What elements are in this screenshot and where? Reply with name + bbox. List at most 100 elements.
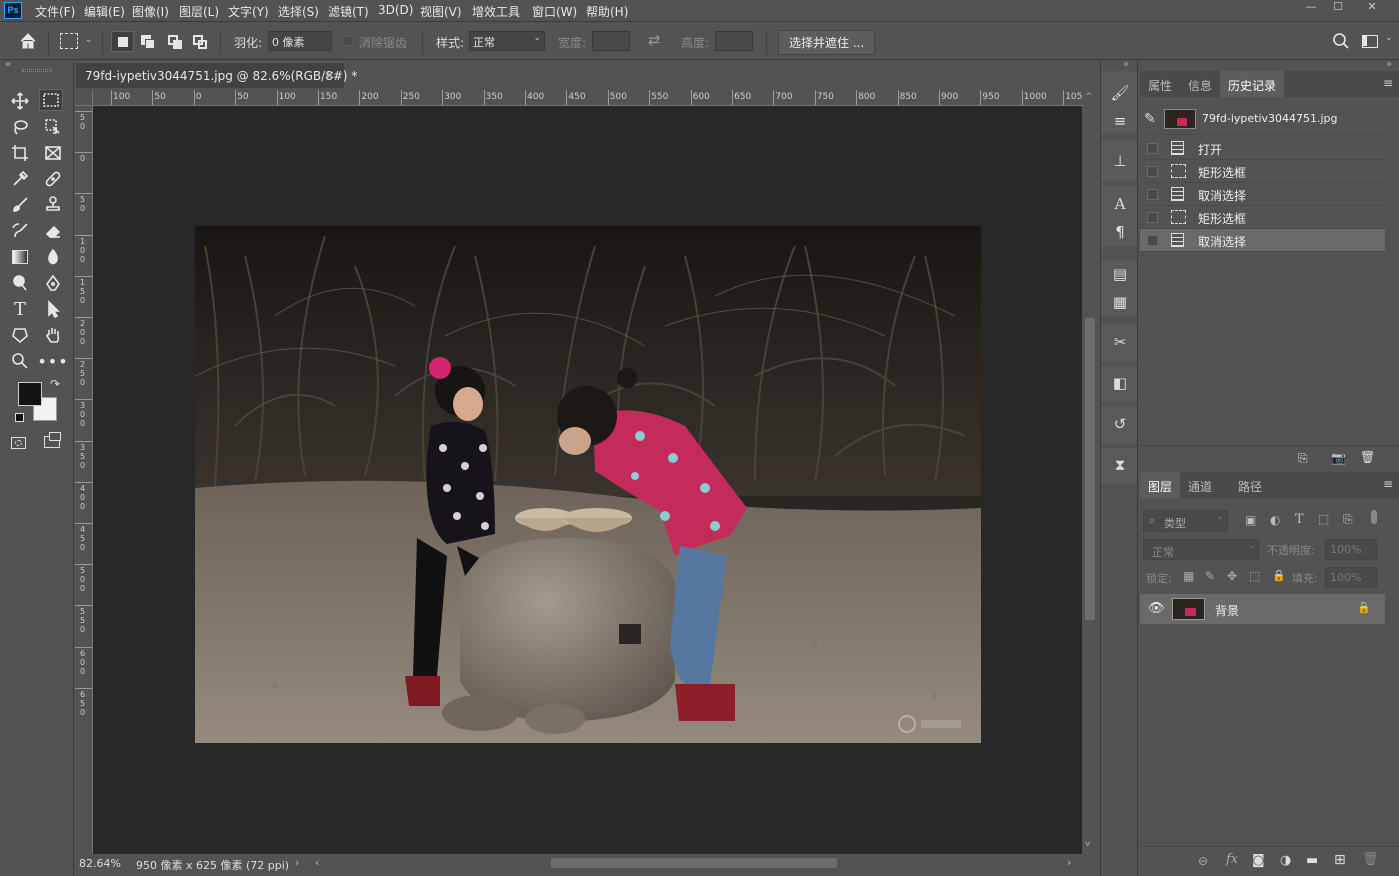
- rectangular-marquee-tool-icon[interactable]: [39, 89, 63, 111]
- swap-icon[interactable]: ⇄: [648, 31, 661, 49]
- ruler-origin[interactable]: [75, 90, 93, 106]
- home-icon[interactable]: [18, 32, 38, 50]
- menu-select[interactable]: 选择(S): [278, 3, 319, 20]
- zoom-level[interactable]: 82.64%: [79, 857, 121, 870]
- lock-transparent-icon[interactable]: ▦: [1183, 569, 1194, 583]
- history-brush-tool-icon[interactable]: [8, 220, 32, 242]
- blend-mode-select[interactable]: 正常 ⌄: [1143, 539, 1259, 560]
- horizontal-scroll-thumb[interactable]: [551, 858, 837, 868]
- layer-row-background[interactable]: 👁 背景 🔒: [1140, 594, 1385, 624]
- menu-image[interactable]: 图像(I): [132, 3, 169, 20]
- subtract-selection-icon[interactable]: [168, 35, 182, 49]
- filter-smart-object-icon[interactable]: ⎘: [1343, 512, 1353, 527]
- shape-tool-icon[interactable]: [8, 324, 32, 346]
- add-selection-icon[interactable]: [141, 35, 155, 49]
- eraser-tool-icon[interactable]: [41, 220, 65, 242]
- collapse-strip-icon[interactable]: «: [1123, 59, 1129, 70]
- foreground-color-swatch[interactable]: [18, 382, 42, 406]
- history-source-checkbox[interactable]: [1147, 166, 1158, 177]
- brush-settings-icon[interactable]: 🖌: [1110, 83, 1130, 103]
- new-group-icon[interactable]: ▬: [1306, 853, 1318, 868]
- history-source-checkbox[interactable]: [1147, 235, 1158, 246]
- menu-plugins[interactable]: 增效工具: [472, 3, 520, 20]
- plugins-icon[interactable]: ⧗: [1110, 455, 1130, 475]
- tab-paths[interactable]: 路径: [1230, 472, 1270, 498]
- filter-type-icon[interactable]: T: [1295, 512, 1304, 527]
- paragraph-icon[interactable]: ¶: [1110, 222, 1130, 242]
- chevron-down-icon[interactable]: ⌄: [1385, 33, 1393, 43]
- new-document-from-state-icon[interactable]: ⎘: [1298, 451, 1308, 466]
- filter-toggle[interactable]: [1371, 510, 1377, 524]
- trash-icon[interactable]: 🗑: [1360, 450, 1375, 464]
- type-tool-icon[interactable]: T: [8, 298, 32, 320]
- fill-input[interactable]: 100%: [1325, 567, 1377, 588]
- swap-colors-icon[interactable]: ↷: [50, 377, 60, 391]
- history-source-checkbox[interactable]: [1147, 143, 1158, 154]
- character-icon[interactable]: A: [1110, 194, 1130, 214]
- history-item[interactable]: 取消选择: [1140, 183, 1385, 206]
- adjustment-layer-icon[interactable]: ◑: [1280, 853, 1291, 868]
- path-selection-tool-icon[interactable]: [41, 298, 65, 320]
- panel-menu-icon[interactable]: ≡: [1383, 76, 1393, 90]
- menu-filter[interactable]: 滤镜(T): [328, 3, 369, 20]
- tab-history[interactable]: 历史记录: [1220, 71, 1285, 97]
- dodge-tool-icon[interactable]: [8, 272, 32, 294]
- collapse-right-icon[interactable]: »: [1386, 59, 1392, 70]
- style-select[interactable]: 正常 ⌄: [469, 31, 545, 51]
- filter-pixel-icon[interactable]: ▣: [1245, 513, 1256, 527]
- frame-tool-icon[interactable]: [41, 142, 65, 164]
- crop-tool-icon[interactable]: [8, 142, 32, 164]
- opacity-input[interactable]: 100%: [1325, 539, 1377, 560]
- vertical-scroll-thumb[interactable]: [1085, 318, 1095, 620]
- menu-help[interactable]: 帮助(H): [586, 3, 628, 20]
- lock-all-icon[interactable]: 🔒: [1272, 569, 1286, 582]
- chevron-down-icon[interactable]: ⌄: [85, 35, 93, 45]
- workspace-icon[interactable]: [1362, 35, 1378, 48]
- layer-name[interactable]: 背景: [1215, 602, 1239, 619]
- panel-menu-icon[interactable]: ≡: [1383, 477, 1393, 491]
- add-mask-icon[interactable]: ◙: [1252, 853, 1265, 868]
- history-item[interactable]: 矩形选框: [1140, 206, 1385, 229]
- close-window-button[interactable]: ✕: [1358, 0, 1386, 16]
- chevron-right-icon[interactable]: ›: [295, 856, 299, 869]
- tab-info[interactable]: 信息: [1180, 71, 1220, 97]
- history-icon[interactable]: ↺: [1110, 414, 1130, 434]
- document-tab[interactable]: 79fd-iypetiv3044751.jpg @ 82.6%(RGB/8#) …: [76, 62, 357, 88]
- history-item[interactable]: 打开: [1140, 137, 1385, 160]
- lock-artboard-icon[interactable]: ⬚: [1249, 569, 1260, 583]
- menu-3d[interactable]: 3D(D): [378, 3, 413, 17]
- link-layers-icon[interactable]: ⊖: [1198, 854, 1208, 868]
- eyedropper-tool-icon[interactable]: [8, 168, 32, 190]
- hand-tool-icon[interactable]: [41, 324, 65, 346]
- menu-view[interactable]: 视图(V): [420, 3, 462, 20]
- intersect-selection-icon[interactable]: [193, 35, 207, 49]
- minimize-button[interactable]: —: [1297, 0, 1325, 16]
- menu-type[interactable]: 文字(Y): [228, 3, 269, 20]
- visibility-eye-icon[interactable]: 👁: [1148, 601, 1165, 616]
- tab-layers[interactable]: 图层: [1140, 472, 1181, 498]
- chevron-down-icon[interactable]: v: [1085, 839, 1090, 849]
- width-input[interactable]: [592, 31, 630, 51]
- feather-input[interactable]: 0 像素: [268, 31, 332, 51]
- adjustments-sliders-icon[interactable]: ≡: [1110, 111, 1130, 131]
- move-tool-icon[interactable]: [8, 90, 32, 112]
- menu-edit[interactable]: 编辑(E): [84, 3, 125, 20]
- marquee-preset-icon[interactable]: [60, 33, 78, 49]
- blur-tool-icon[interactable]: [41, 246, 65, 268]
- new-selection-button[interactable]: [111, 31, 134, 52]
- canvas-image[interactable]: [195, 226, 981, 743]
- default-colors-icon[interactable]: [15, 413, 24, 422]
- clone-source-icon[interactable]: ⊥: [1110, 151, 1130, 171]
- screen-mode-icon[interactable]: [44, 432, 61, 448]
- close-tab-icon[interactable]: ×: [325, 68, 335, 82]
- lock-position-icon[interactable]: ✥: [1227, 569, 1237, 583]
- fx-icon[interactable]: fx: [1226, 852, 1238, 867]
- libraries-icon[interactable]: ▤: [1110, 264, 1130, 284]
- antialias-checkbox[interactable]: [343, 36, 353, 46]
- history-source-checkbox[interactable]: [1147, 189, 1158, 200]
- scroll-right-icon[interactable]: ›: [1067, 856, 1071, 869]
- history-snapshot-row[interactable]: ✎ 79fd-iypetiv3044751.jpg: [1140, 103, 1385, 135]
- filter-shape-icon[interactable]: ⬚: [1318, 512, 1329, 526]
- lock-pixels-icon[interactable]: ✎: [1205, 569, 1215, 583]
- history-source-checkbox[interactable]: [1147, 212, 1158, 223]
